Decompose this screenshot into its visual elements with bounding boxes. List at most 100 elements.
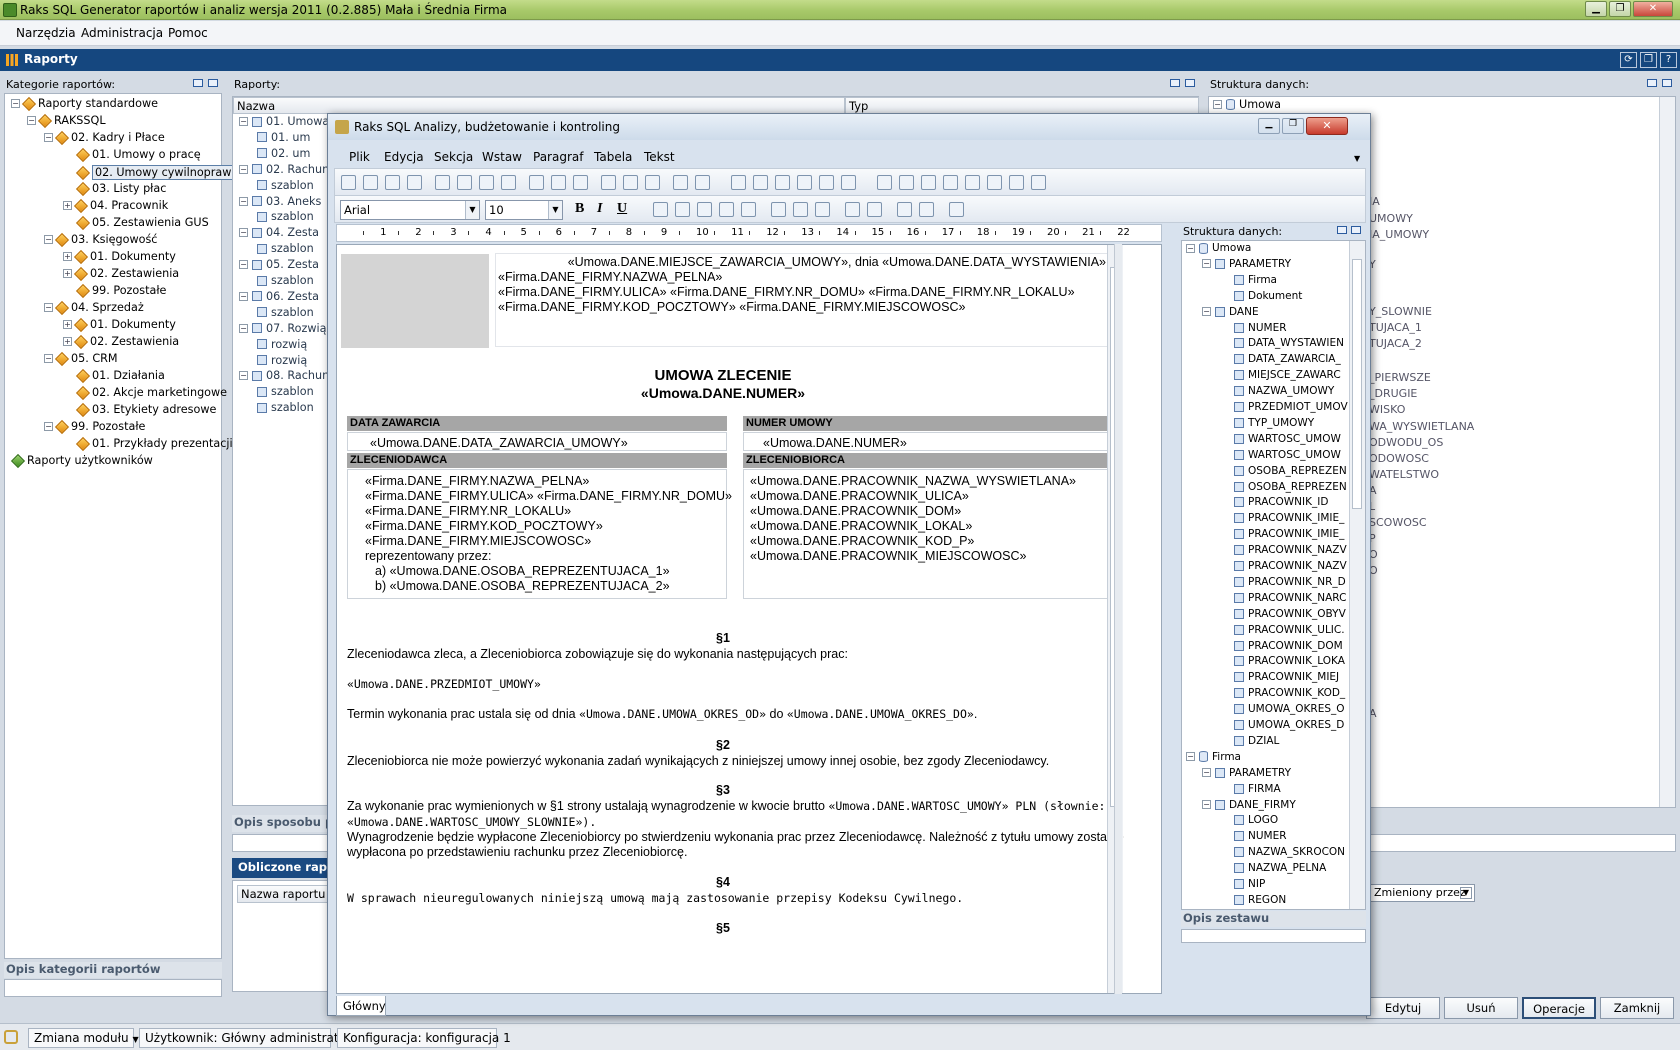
close-window-button[interactable]: ✕ [1633, 1, 1673, 17]
window-icon[interactable]: ❐ [1640, 52, 1657, 68]
dialog-structure-scrollbar[interactable] [1349, 241, 1365, 909]
tree-node-crm[interactable]: −05. CRM [44, 351, 118, 366]
structure-field-partial[interactable]: IA_UMOWY [1369, 228, 1429, 241]
underline-icon[interactable]: U [617, 201, 627, 217]
expand-icon[interactable]: − [1202, 800, 1211, 809]
list-icon[interactable] [815, 202, 830, 217]
report-row[interactable]: rozwią [257, 354, 307, 367]
restore-button[interactable]: ❐ [1609, 1, 1631, 17]
paste-icon[interactable] [573, 175, 588, 190]
report-row[interactable]: 01. um [257, 131, 310, 144]
tree-node-sprzedaz[interactable]: −04. Sprzedaż [44, 300, 144, 315]
report-row[interactable]: szablon [257, 385, 314, 398]
dialog-menu-paragraf[interactable]: Paragraf [533, 150, 583, 164]
align-right-icon[interactable] [697, 202, 712, 217]
paragraph-icon[interactable] [741, 202, 756, 217]
align-left-icon[interactable] [653, 202, 668, 217]
expand-icon[interactable]: − [239, 164, 248, 174]
copy-document-icon[interactable] [435, 175, 450, 190]
tree-field[interactable]: PRACOWNIK_DOM [1234, 640, 1343, 652]
column-header-nazwa-raportu[interactable]: Nazwa raportu [237, 885, 337, 903]
edit-button[interactable]: Edytuj [1366, 997, 1440, 1019]
tree-field[interactable]: NIP [1234, 878, 1265, 890]
dialog-menu-wstaw[interactable]: Wstaw [482, 150, 522, 164]
panel-float-icon[interactable] [208, 79, 218, 87]
tree-node-zestawienia-gus[interactable]: 05. Zestawienia GUS [75, 215, 209, 230]
tree-node-raporty-standardowe[interactable]: − Raporty standardowe [11, 96, 158, 111]
panel-collapse-icon[interactable] [1337, 226, 1347, 234]
expand-icon[interactable]: − [239, 117, 248, 126]
tree-field[interactable]: PRACOWNIK_ID [1234, 496, 1328, 508]
tree-node-umowa[interactable]: − Umowa [1186, 242, 1251, 254]
split-icon[interactable] [943, 175, 958, 190]
operations-button[interactable]: Operacje [1522, 997, 1596, 1019]
tree-field[interactable]: PRACOWNIK_LOKA [1234, 655, 1345, 667]
tree-field[interactable]: REGON [1234, 894, 1286, 906]
font-family-select[interactable]: Arial ▼ [340, 200, 480, 220]
report-row[interactable]: − 05. Zesta [239, 258, 319, 271]
cut-icon[interactable] [529, 175, 544, 190]
tree-node-umowy-cywilnoprawne[interactable]: 02. Umowy cywilnoprawne [75, 165, 249, 180]
structure-field-partial[interactable]: TUJACA_1 [1369, 321, 1422, 334]
open-folder-icon[interactable] [363, 175, 378, 190]
structure-field-partial[interactable]: _PIERWSZE [1369, 371, 1431, 384]
chart-icon[interactable] [877, 175, 892, 190]
tree-field[interactable]: Dokument [1234, 290, 1302, 302]
tree-field[interactable]: NAZWA_SKROCON [1234, 846, 1345, 858]
report-row[interactable]: szablon [257, 274, 314, 287]
dialog-minimize-button[interactable]: ▁ [1258, 118, 1280, 134]
save-icon[interactable] [385, 175, 400, 190]
tree-field[interactable]: WARTOSC_UMOW [1234, 449, 1341, 461]
panel-float-icon[interactable] [1351, 226, 1361, 234]
font-color-icon[interactable] [919, 202, 934, 217]
dialog-close-button[interactable]: ✕ [1306, 117, 1348, 135]
panel-collapse-icon[interactable] [193, 79, 203, 87]
expand-icon[interactable]: − [1202, 259, 1211, 269]
tree-node-ksieg-dokumenty[interactable]: +01. Dokumenty [63, 249, 176, 264]
tree-field[interactable]: PRACOWNIK_MIEJ [1234, 671, 1339, 683]
find-next-icon[interactable] [623, 175, 638, 190]
menu-administracja[interactable]: Administracja [81, 26, 163, 40]
change-module-dropdown[interactable]: Zmiana modułu ▼ [28, 1028, 139, 1048]
tree-field[interactable]: NAZWA_PELNA [1234, 862, 1326, 874]
report-row[interactable]: − 03. Aneks [239, 195, 321, 208]
tree-field[interactable]: OSOBA_REPREZEN [1234, 465, 1347, 477]
tree-node-umowy-o-prace[interactable]: 01. Umowy o pracę [75, 147, 201, 162]
indent-increase-icon[interactable] [867, 202, 882, 217]
numbered-list-icon[interactable] [793, 202, 808, 217]
report-row[interactable]: − 07. Rozwią [239, 322, 326, 335]
tree-field[interactable]: PRACOWNIK_KOD_ [1234, 687, 1345, 699]
structure-field-partial[interactable]: UMOWY [1369, 212, 1413, 225]
panel-collapse-icon[interactable] [1647, 79, 1657, 87]
tree-node-dzialania[interactable]: 01. Działania [75, 368, 165, 383]
page-break-icon[interactable] [819, 175, 834, 190]
tree-field[interactable]: UMOWA_OKRES_D [1234, 719, 1344, 731]
highlight-icon[interactable] [897, 202, 912, 217]
tree-node-kadry[interactable]: −02. Kadry i Płace [44, 130, 165, 145]
menu-overflow-icon[interactable]: ▼ [1354, 154, 1360, 163]
minimize-button[interactable]: ▁ [1585, 1, 1607, 17]
tree-field[interactable]: PRACOWNIK_NARC [1234, 592, 1346, 604]
report-row[interactable]: szablon [257, 401, 314, 414]
tab-glowny[interactable]: Główny [336, 996, 386, 1016]
tree-node-przyklady[interactable]: 01. Przykłady prezentacji [75, 436, 233, 451]
insert-row-icon[interactable] [965, 175, 980, 190]
tree-node-sprz-dokumenty[interactable]: +01. Dokumenty [63, 317, 176, 332]
structure-field-partial[interactable]: ODWODU_OS [1369, 436, 1443, 449]
grid2-icon[interactable] [1009, 175, 1024, 190]
structure-field-partial[interactable]: SCOWOSC [1369, 516, 1427, 529]
tree-field[interactable]: PRACOWNIK_IMIE_ [1234, 512, 1344, 524]
tree-field[interactable]: DATA_ZAWARCIA_ [1234, 353, 1341, 365]
tree-node-rakssql[interactable]: − RAKSSQL [27, 113, 106, 128]
indent-decrease-icon[interactable] [845, 202, 860, 217]
bold-icon[interactable]: B [575, 201, 584, 217]
refresh-icon[interactable]: ⟳ [1620, 52, 1637, 68]
justify-icon[interactable] [719, 202, 734, 217]
close-button[interactable]: Zamknij [1600, 997, 1674, 1019]
tree-field[interactable]: DZIAL [1234, 735, 1279, 747]
tree-field[interactable]: PRACOWNIK_NAZV [1234, 544, 1347, 556]
panel-collapse-icon[interactable] [1170, 79, 1180, 87]
pdf-icon[interactable] [457, 175, 472, 190]
tree-field[interactable]: PRZEDMIOT_UMOV [1234, 401, 1348, 413]
splitter[interactable] [1114, 244, 1122, 994]
